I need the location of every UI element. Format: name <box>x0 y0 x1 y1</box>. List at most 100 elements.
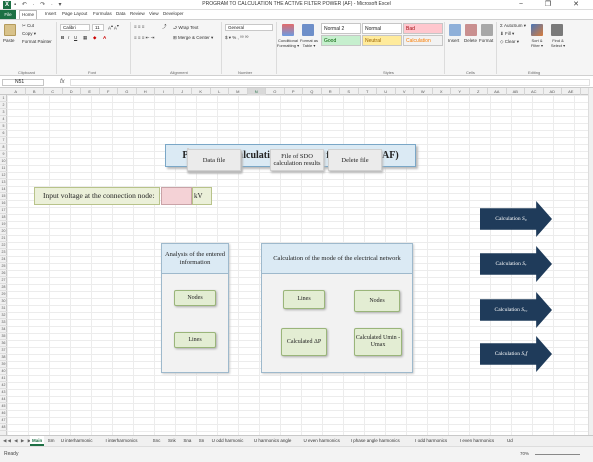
row-header-37[interactable]: 37 <box>0 347 7 354</box>
sheet-tab-i-interharmonics[interactable]: I interharmonics <box>105 436 137 446</box>
cell-style-good[interactable]: Good <box>321 35 361 46</box>
data-file-button[interactable]: Data file <box>187 149 241 171</box>
row-header-2[interactable]: 2 <box>0 102 7 109</box>
sdo-results-button[interactable]: File of SDO calculation results <box>270 149 324 171</box>
sheet-tab-snc[interactable]: Snc <box>153 436 161 446</box>
row-header-22[interactable]: 22 <box>0 242 7 249</box>
row-header-3[interactable]: 3 <box>0 109 7 116</box>
autosum-button[interactable]: Σ AutoSum ▾ <box>500 23 526 29</box>
orientation-icon[interactable]: ⤴ <box>162 24 167 30</box>
column-header-e[interactable]: E <box>81 88 100 95</box>
analysis-nodes-button[interactable]: Nodes <box>174 290 216 306</box>
wrap-text-button[interactable]: ⮐ Wrap Text <box>173 24 198 32</box>
column-header-ae[interactable]: AE <box>562 88 581 95</box>
merge-center-button[interactable]: ⊞ Merge & Center ▾ <box>173 35 213 41</box>
sheet-tab-main[interactable]: Main <box>30 436 45 446</box>
row-header-26[interactable]: 26 <box>0 270 7 277</box>
row-header-12[interactable]: 12 <box>0 172 7 179</box>
sheet-tab-u-harmonics-angle[interactable]: U harmonics angle <box>254 436 292 446</box>
number-format-select[interactable]: General <box>225 24 273 31</box>
row-header-18[interactable]: 18 <box>0 214 7 221</box>
column-header-j[interactable]: J <box>174 88 192 95</box>
paste-button[interactable]: Paste <box>3 38 15 43</box>
accounting-format-icon[interactable]: $ ▾ % , ⁰⁰ ⁰⁰ <box>225 35 248 41</box>
tab-home[interactable]: Home <box>19 10 38 19</box>
sheet-tab-ud[interactable]: Ud <box>507 436 513 446</box>
delete-cells-icon[interactable] <box>465 24 477 36</box>
sheet-tab-snk[interactable]: Snk <box>168 436 176 446</box>
column-header-w[interactable]: W <box>414 88 433 95</box>
row-header-36[interactable]: 36 <box>0 340 7 347</box>
find-select-icon[interactable] <box>551 24 563 36</box>
row-header-7[interactable]: 7 <box>0 137 7 144</box>
sheet-tab-sm[interactable]: Sm <box>48 436 55 446</box>
mode-lines-button[interactable]: Lines <box>283 290 325 309</box>
format-painter-button[interactable]: Format Painter <box>22 39 52 44</box>
column-header-m[interactable]: M <box>229 88 248 95</box>
row-header-42[interactable]: 42 <box>0 382 7 389</box>
conditional-formatting-icon[interactable] <box>282 24 294 36</box>
sheet-tab-u-odd-harmonic[interactable]: U odd harmonic <box>212 436 244 446</box>
row-header-43[interactable]: 43 <box>0 389 7 396</box>
column-header-t[interactable]: T <box>359 88 377 95</box>
window-controls[interactable]: − ❐ ✕ <box>519 0 589 8</box>
row-header-21[interactable]: 21 <box>0 235 7 242</box>
row-header-33[interactable]: 33 <box>0 319 7 326</box>
column-header-f[interactable]: F <box>100 88 118 95</box>
row-header-30[interactable]: 30 <box>0 298 7 305</box>
sheet-tab-sna[interactable]: Sna <box>183 436 191 446</box>
column-header-k[interactable]: K <box>192 88 211 95</box>
column-header-l[interactable]: L <box>211 88 229 95</box>
row-header-8[interactable]: 8 <box>0 144 7 151</box>
font-size-select[interactable]: 11 <box>92 24 104 31</box>
row-header-17[interactable]: 17 <box>0 207 7 214</box>
mode-nodes-button[interactable]: Nodes <box>354 290 400 312</box>
tab-insert[interactable]: Insert <box>45 11 56 16</box>
insert-button[interactable]: Insert <box>448 38 459 43</box>
name-box[interactable]: N51 <box>2 79 44 86</box>
sort-filter-icon[interactable] <box>531 24 543 36</box>
cell-style-neutral[interactable]: Neutral <box>362 35 402 46</box>
conditional-formatting-button[interactable]: Conditional Formatting ▾ <box>276 38 300 48</box>
italic-icon[interactable]: I <box>68 35 69 40</box>
column-header-p[interactable]: P <box>285 88 303 95</box>
row-header-39[interactable]: 39 <box>0 361 7 368</box>
row-header-20[interactable]: 20 <box>0 228 7 235</box>
column-header-ac[interactable]: AC <box>525 88 544 95</box>
calculated-dp-button[interactable]: Calculated ΔP <box>281 328 327 356</box>
row-header-10[interactable]: 10 <box>0 158 7 165</box>
tab-data[interactable]: Data <box>116 11 126 16</box>
row-header-5[interactable]: 5 <box>0 123 7 130</box>
column-header-a[interactable]: A <box>7 88 26 95</box>
clear-button[interactable]: ◇ Clear ▾ <box>500 39 519 45</box>
tab-review[interactable]: Review <box>130 11 145 16</box>
column-header-ad[interactable]: AD <box>544 88 562 95</box>
fill-button[interactable]: ⬇ Fill ▾ <box>500 31 514 37</box>
insert-function-icon[interactable]: fx <box>60 79 65 85</box>
row-header-46[interactable]: 46 <box>0 410 7 417</box>
row-header-40[interactable]: 40 <box>0 368 7 375</box>
column-header-i[interactable]: I <box>155 88 174 95</box>
sheet-tab-i-odd-harmonics[interactable]: I odd harmonics <box>415 436 447 446</box>
sheet-tab-u-interharmonic[interactable]: U interharmonic <box>61 436 93 446</box>
row-header-41[interactable]: 41 <box>0 375 7 382</box>
analysis-lines-button[interactable]: Lines <box>174 332 216 348</box>
row-header-9[interactable]: 9 <box>0 151 7 158</box>
column-header-g[interactable]: G <box>118 88 137 95</box>
tab-formulas[interactable]: Formulas <box>93 11 112 16</box>
row-header-4[interactable]: 4 <box>0 116 7 123</box>
row-header-15[interactable]: 15 <box>0 193 7 200</box>
row-header-16[interactable]: 16 <box>0 200 7 207</box>
row-header-34[interactable]: 34 <box>0 326 7 333</box>
copy-button[interactable]: Copy ▾ <box>22 31 36 37</box>
row-header-47[interactable]: 47 <box>0 417 7 424</box>
sheet-tab-u-even-harmonics[interactable]: U even harmonics <box>304 436 340 446</box>
column-header-c[interactable]: C <box>44 88 63 95</box>
column-header-o[interactable]: O <box>266 88 285 95</box>
format-button[interactable]: Format <box>479 38 493 43</box>
row-header-35[interactable]: 35 <box>0 333 7 340</box>
zoom-slider[interactable] <box>535 454 580 455</box>
tab-view[interactable]: View <box>149 11 159 16</box>
column-header-b[interactable]: B <box>26 88 44 95</box>
row-header-29[interactable]: 29 <box>0 291 7 298</box>
